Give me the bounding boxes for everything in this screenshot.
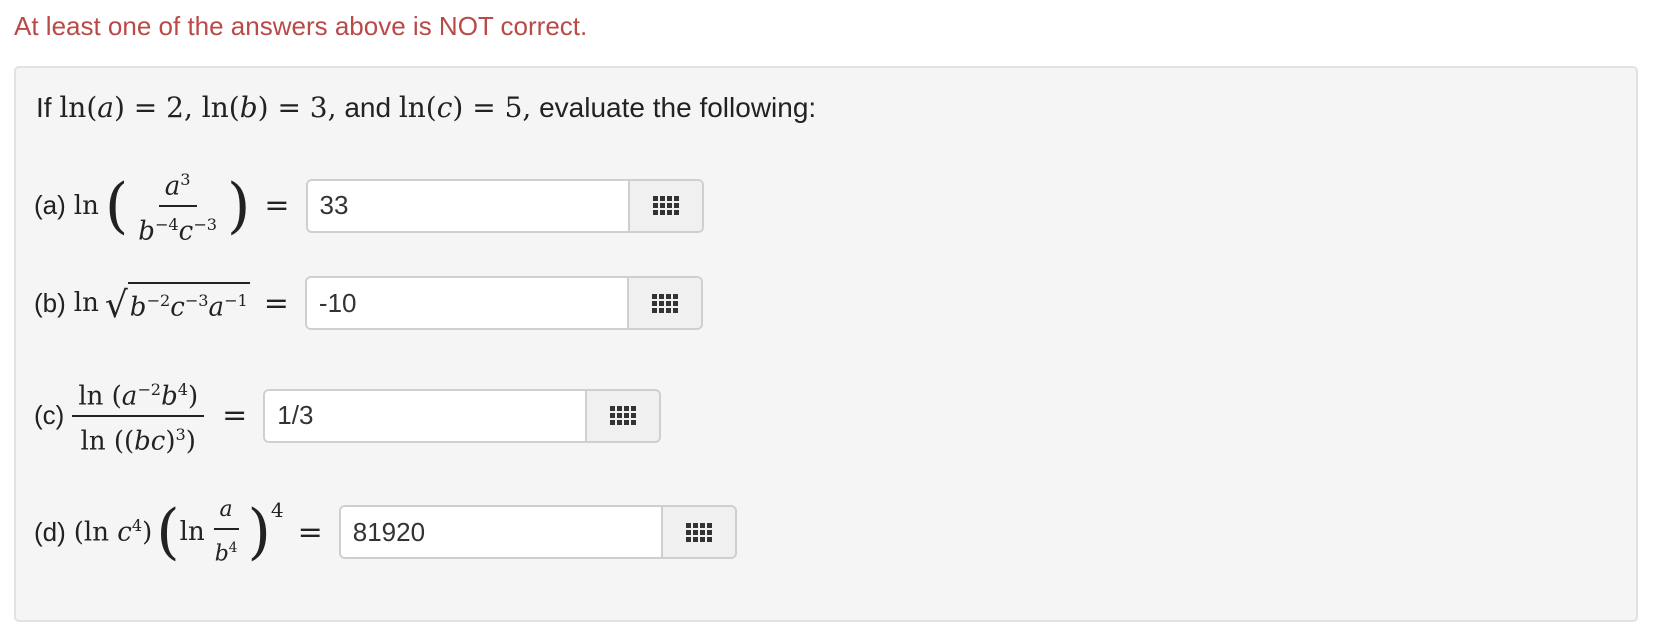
answer-input-c[interactable]	[265, 390, 586, 441]
part-d-expression: (ln c4)	[73, 516, 153, 548]
grid-icon	[652, 196, 679, 216]
part-a: (a) ln ( a3 b−4c−3 ) =	[34, 164, 704, 247]
answer-field-d	[338, 505, 737, 560]
answer-input-a[interactable]	[307, 180, 628, 231]
equation-palette-button-a[interactable]	[627, 180, 702, 231]
grid-icon	[685, 522, 712, 542]
equation-palette-button-b[interactable]	[626, 278, 701, 328]
grid-icon	[651, 293, 678, 313]
answer-input-d[interactable]	[340, 507, 661, 558]
part-b-label: (b)	[34, 287, 66, 318]
equation-palette-button-c[interactable]	[585, 390, 660, 441]
part-d: (d) (ln c4) ( ln a b4 ) 4 =	[34, 494, 737, 570]
answer-field-a	[305, 178, 704, 233]
part-a-label: (a)	[34, 190, 66, 221]
part-c: (c) ln (a−2b4) ln ((bc)3) =	[34, 374, 662, 457]
feedback-warning: At least one of the answers above is NOT…	[14, 11, 588, 41]
part-b: (b) ln √ b−2c−3a−1 =	[34, 276, 703, 330]
part-a-expression: ln	[73, 190, 99, 221]
part-c-expression: ln (a−2b4) ln ((bc)3)	[72, 374, 205, 457]
answer-field-b	[304, 276, 703, 330]
answer-field-c	[263, 388, 662, 443]
problem-panel: If ln(a) = 2, ln(b) = 3, and ln(c) = 5, …	[14, 66, 1638, 622]
part-c-label: (c)	[34, 400, 65, 431]
part-d-label: (d)	[34, 516, 66, 547]
answer-input-b[interactable]	[306, 278, 627, 328]
equation-palette-button-d[interactable]	[660, 507, 735, 558]
problem-intro: If ln(a) = 2, ln(b) = 3, and ln(c) = 5, …	[36, 91, 817, 124]
part-b-expression: ln	[73, 288, 99, 318]
grid-icon	[610, 406, 637, 426]
